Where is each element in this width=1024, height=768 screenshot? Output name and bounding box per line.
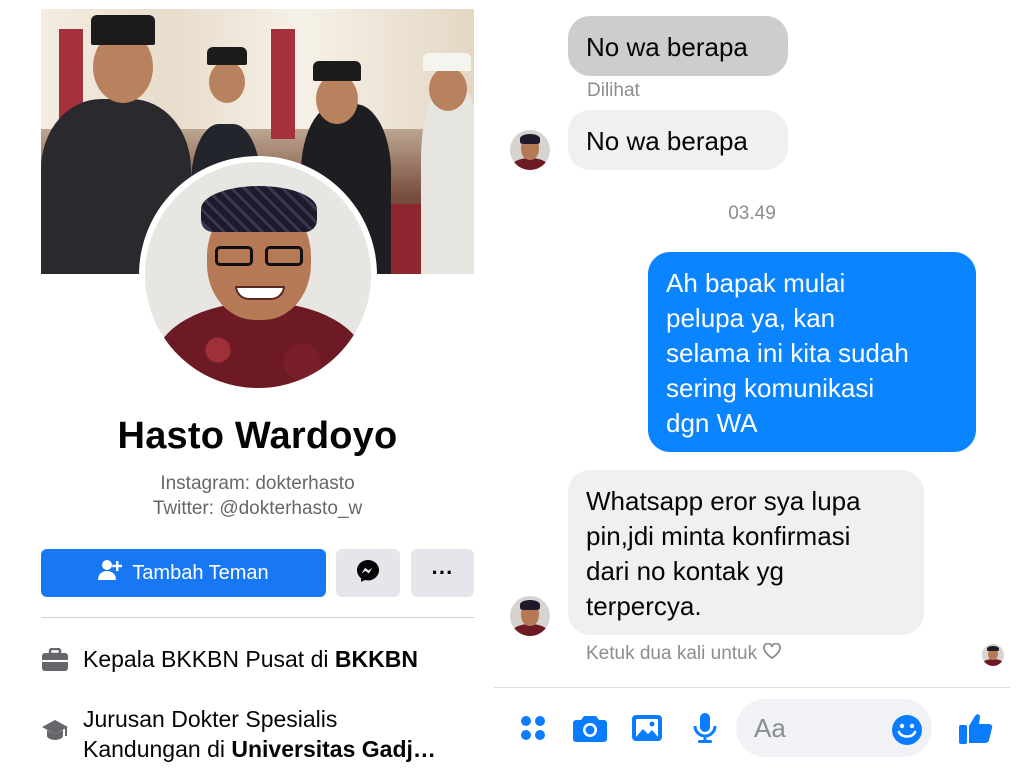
camera-icon[interactable] (573, 711, 607, 745)
hint-text: Ketuk dua kali untuk (586, 643, 758, 664)
image-icon[interactable] (630, 711, 664, 745)
sender-avatar[interactable] (510, 596, 550, 636)
message-composer: Aa (494, 695, 1010, 763)
sent-line: Ah bapak mulai (666, 268, 846, 298)
received-line: Whatsapp eror sya lupa (586, 486, 861, 516)
divider (41, 617, 474, 618)
sent-line: pelupa ya, kan (666, 303, 836, 333)
briefcase-icon (41, 646, 69, 674)
profile-name: Hasto Wardoyo (117, 415, 398, 457)
emoji-icon[interactable] (890, 713, 924, 747)
education-line2: Kandungan di (83, 736, 232, 762)
profile-bio-twitter: Twitter: @dokterhasto_w (152, 498, 363, 519)
sent-line: selama ini kita sudah (666, 338, 909, 368)
mic-icon[interactable] (688, 711, 722, 745)
work-text: Kepala BKKBN Pusat di (83, 646, 335, 672)
add-friend-icon (98, 559, 123, 587)
sent-line: sering komunikasi (666, 373, 875, 403)
message-bubble-sent[interactable]: Ah bapak mulai pelupa ya, kan selama ini… (648, 252, 976, 452)
education-school-link[interactable]: Universitas Gadj… (231, 736, 436, 762)
info-work: Kepala BKKBN Pusat di BKKBN (41, 646, 418, 674)
received-line: pin,jdi minta konfirmasi (586, 521, 851, 551)
menu-dots-icon[interactable] (516, 711, 550, 745)
education-line1: Jurusan Dokter Spesialis (83, 706, 338, 732)
add-friend-label: Tambah Teman (132, 561, 269, 584)
profile-avatar[interactable] (139, 156, 377, 394)
work-org-link[interactable]: BKKBN (335, 646, 418, 672)
received-line: dari no kontak yg (586, 556, 785, 586)
profile-panel: Hasto Wardoyo Instagram: dokterhasto Twi… (0, 0, 494, 768)
messenger-chat: No wa berapa Dilihat No wa berapa 03.49 … (494, 0, 1024, 768)
info-education: Jurusan Dokter Spesialis Kandungan di Un… (41, 704, 436, 764)
profile-bio-instagram: Instagram: dokterhasto (160, 473, 355, 494)
message-timestamp: 03.49 (728, 203, 776, 224)
message-bubble-received[interactable]: Whatsapp eror sya lupa pin,jdi minta kon… (568, 470, 924, 635)
read-receipt-avatar (982, 644, 1004, 666)
sent-line: dgn WA (666, 408, 758, 438)
received-line: terpercya. (586, 591, 702, 621)
composer-divider (494, 687, 1010, 688)
graduation-cap-icon (41, 716, 69, 744)
message-button[interactable] (336, 549, 400, 597)
add-friend-button[interactable]: Tambah Teman (41, 549, 326, 597)
double-tap-hint: Ketuk dua kali untuk (586, 642, 782, 665)
more-options-button[interactable]: ··· (411, 549, 474, 597)
message-bubble-received[interactable]: No wa berapa (568, 110, 788, 170)
message-bubble-selected[interactable]: No wa berapa (568, 16, 788, 76)
messenger-icon (356, 559, 380, 588)
heart-icon (763, 642, 782, 665)
like-icon[interactable] (956, 709, 996, 747)
seen-status: Dilihat (587, 80, 640, 101)
sender-avatar[interactable] (510, 130, 550, 170)
